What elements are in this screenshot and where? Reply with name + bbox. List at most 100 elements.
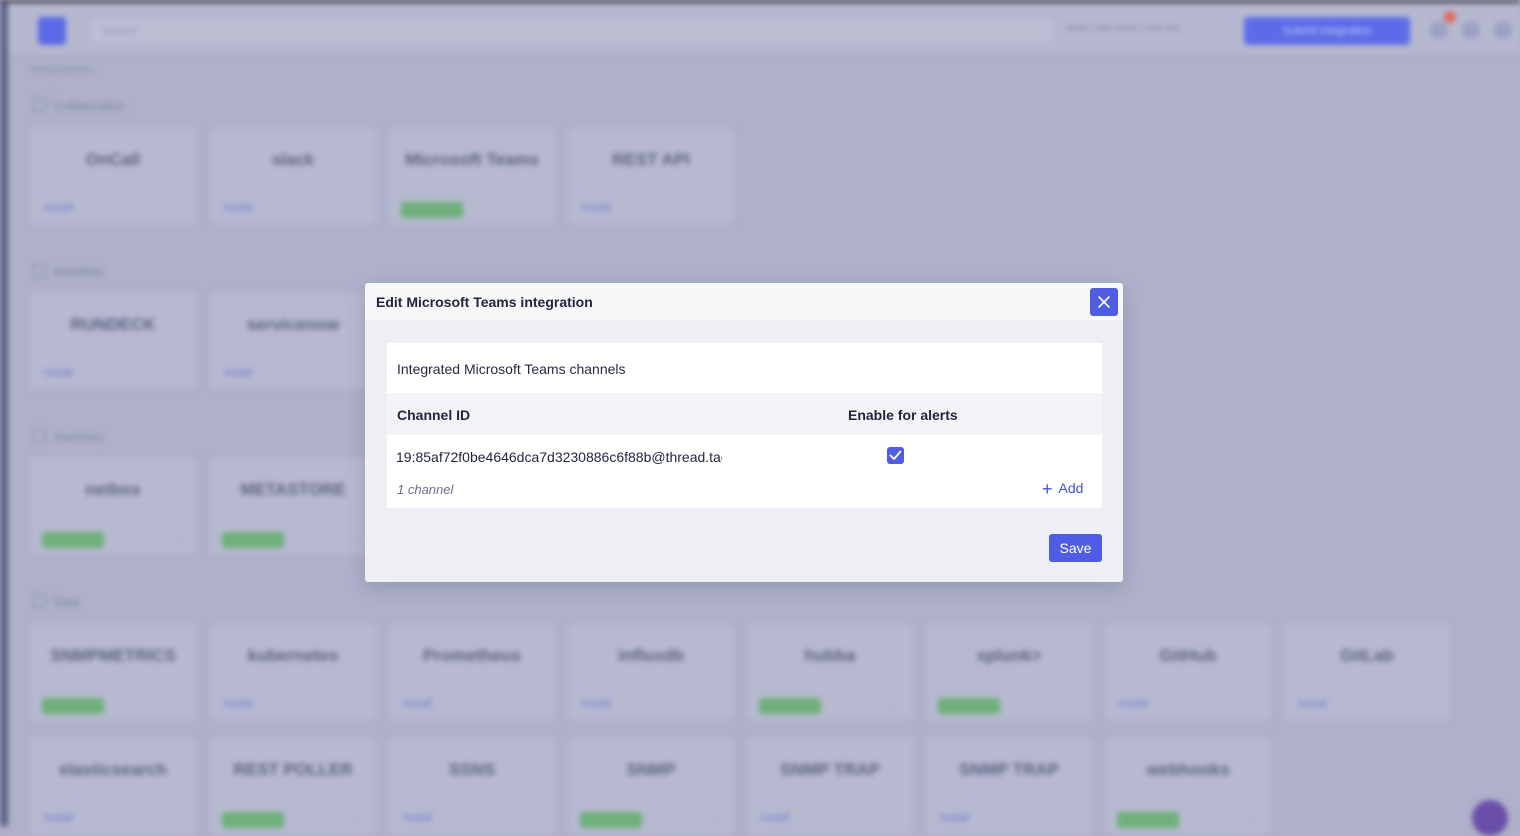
inventory-icon xyxy=(32,429,46,443)
add-channel-button[interactable]: + Add xyxy=(1042,479,1083,500)
install-link[interactable]: Install xyxy=(582,202,611,214)
integration-card[interactable]: slack Install xyxy=(210,128,376,224)
close-button[interactable] xyxy=(1090,288,1118,316)
more-options-icon[interactable]: ··· xyxy=(1067,700,1078,712)
installed-badge xyxy=(222,532,284,548)
section-heading: Collaboration xyxy=(32,98,125,113)
integration-card[interactable]: splunk> ··· xyxy=(926,624,1092,720)
check-icon xyxy=(889,450,902,460)
submit-integration-button[interactable]: Submit integration xyxy=(1244,17,1410,45)
more-options-icon[interactable]: ··· xyxy=(171,700,182,712)
integration-card[interactable]: netbox ··· xyxy=(30,458,196,554)
search-input[interactable]: Search xyxy=(92,20,1052,42)
install-link[interactable]: Install xyxy=(1119,698,1148,710)
more-options-icon[interactable]: ··· xyxy=(351,534,362,546)
integration-card[interactable]: Microsoft Teams ··· xyxy=(389,128,555,224)
panel-title: Integrated Microsoft Teams channels xyxy=(397,361,626,377)
table-header: Channel ID Enable for alerts xyxy=(387,393,1102,435)
integration-card[interactable]: SNMP ··· xyxy=(568,738,734,834)
install-link[interactable]: Install xyxy=(44,202,73,214)
integration-card[interactable]: GitHub Install xyxy=(1105,624,1271,720)
integration-name: influxdb xyxy=(617,646,685,665)
integration-card[interactable]: SSNS Install xyxy=(389,738,555,834)
more-options-icon[interactable]: ··· xyxy=(888,700,899,712)
installed-badge xyxy=(42,532,104,548)
integration-name: SNMPMETRICS xyxy=(50,646,176,665)
chat-launcher-button[interactable] xyxy=(1472,800,1508,836)
more-options-icon[interactable]: ··· xyxy=(1246,814,1257,826)
integration-name: REST POLLER xyxy=(233,760,353,779)
collaboration-icon xyxy=(32,98,46,112)
workflow-icon xyxy=(32,264,46,278)
install-link[interactable]: Install xyxy=(761,812,790,824)
integration-name: SNMP TRAP xyxy=(959,760,1059,779)
integration-name: Microsoft Teams xyxy=(405,150,539,169)
installed-badge xyxy=(401,202,463,218)
data-icon xyxy=(32,594,46,608)
integration-card[interactable]: webhooks ··· xyxy=(1105,738,1271,834)
integration-card[interactable]: SNMP TRAP Install xyxy=(926,738,1092,834)
integration-name: netbox xyxy=(85,480,141,499)
integration-name: splunk> xyxy=(976,646,1042,665)
integration-card[interactable]: REST API Install xyxy=(568,128,734,224)
integration-name: slack xyxy=(271,150,315,169)
install-link[interactable]: Install xyxy=(940,812,969,824)
integration-card[interactable]: RUNDECK Install xyxy=(30,293,196,389)
integration-name: servicenow xyxy=(246,315,340,334)
installed-badge xyxy=(938,698,1000,714)
integration-name: REST API xyxy=(612,150,690,169)
channels-panel: Integrated Microsoft Teams channels Chan… xyxy=(387,343,1102,508)
integration-card[interactable]: kubernetes Install xyxy=(210,624,376,720)
integration-card[interactable]: GitLab Install xyxy=(1284,624,1450,720)
close-icon xyxy=(1098,296,1110,308)
integration-card[interactable]: SNMP TRAP Install xyxy=(747,738,913,834)
integration-card[interactable]: servicenow Install xyxy=(210,293,376,389)
dialog-title: Edit Microsoft Teams integration xyxy=(376,294,593,310)
breadcrumb: Integrations xyxy=(30,62,93,76)
integration-name: GitHub xyxy=(1159,646,1217,665)
install-link[interactable]: Install xyxy=(224,698,253,710)
integration-card[interactable]: REST POLLER ··· xyxy=(210,738,376,834)
section-heading: Data xyxy=(32,594,79,609)
install-link[interactable]: Install xyxy=(403,698,432,710)
install-link[interactable]: Install xyxy=(582,698,611,710)
install-link[interactable]: Install xyxy=(403,812,432,824)
channel-id-cell: 19:85af72f0be4646dca7d3230886c6f88b@thre… xyxy=(396,449,722,465)
left-sidebar-rail xyxy=(0,3,8,826)
integration-name: SNMP xyxy=(626,760,676,779)
install-link[interactable]: Install xyxy=(44,367,73,379)
integration-name: kubernetes xyxy=(247,646,339,665)
integration-card[interactable]: hubba ··· xyxy=(747,624,913,720)
top-navigation-bar: Search 0000 | last week | last day Submi… xyxy=(8,3,1520,53)
column-header-channel-id: Channel ID xyxy=(397,407,471,423)
integration-name: Prometheus xyxy=(422,646,522,665)
integration-card[interactable]: METASTORE ··· xyxy=(210,458,376,554)
integration-name: OnCall xyxy=(85,150,141,169)
installed-badge xyxy=(759,698,821,714)
integration-card[interactable]: influxdb Install xyxy=(568,624,734,720)
install-link[interactable]: Install xyxy=(44,812,73,824)
integration-card[interactable]: SNMPMETRICS ··· xyxy=(30,624,196,720)
more-options-icon[interactable]: ··· xyxy=(530,204,541,216)
install-link[interactable]: Install xyxy=(224,367,253,379)
channel-count: 1 channel xyxy=(397,482,454,497)
install-link[interactable]: Install xyxy=(224,202,253,214)
bell-icon[interactable] xyxy=(1430,21,1448,39)
save-button[interactable]: Save xyxy=(1049,534,1102,562)
edit-teams-integration-dialog: Edit Microsoft Teams integration Integra… xyxy=(365,283,1123,582)
user-avatar[interactable] xyxy=(1494,21,1512,39)
dialog-header: Edit Microsoft Teams integration xyxy=(365,283,1123,320)
app-logo xyxy=(38,17,66,45)
integration-card[interactable]: Prometheus Install xyxy=(389,624,555,720)
help-icon[interactable] xyxy=(1462,21,1480,39)
integration-card[interactable]: OnCall Install xyxy=(30,128,196,224)
more-options-icon[interactable]: ··· xyxy=(351,814,362,826)
integration-name: hubba xyxy=(804,646,856,665)
enable-alerts-checkbox[interactable] xyxy=(887,447,904,464)
install-link[interactable]: Install xyxy=(1298,698,1327,710)
integration-card[interactable]: elasticsearch Install xyxy=(30,738,196,834)
integration-name: elasticsearch xyxy=(59,760,167,779)
more-options-icon[interactable]: ··· xyxy=(171,534,182,546)
more-options-icon[interactable]: ··· xyxy=(709,814,720,826)
integration-name: SNMP TRAP xyxy=(780,760,880,779)
